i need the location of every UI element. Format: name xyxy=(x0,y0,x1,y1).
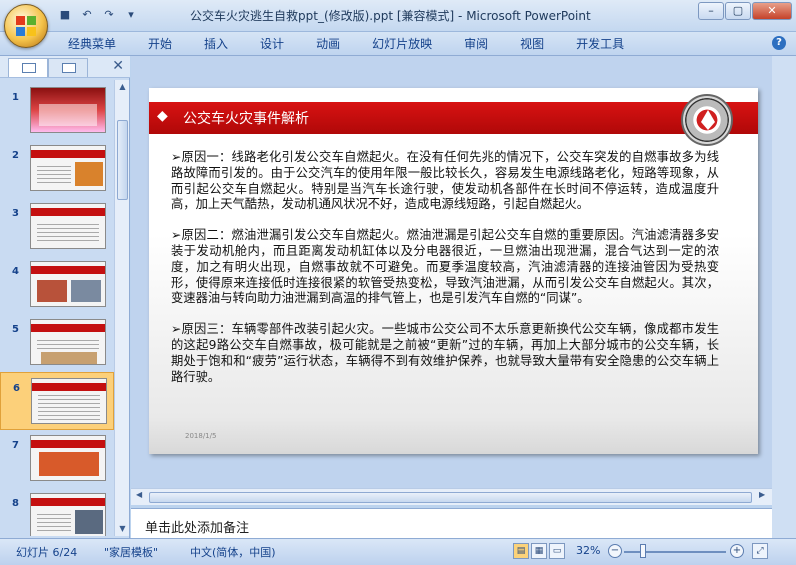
thumbnail-row[interactable]: 5 xyxy=(0,314,114,372)
thumbnail-row[interactable]: 3 xyxy=(0,198,114,256)
office-logo-icon xyxy=(16,16,38,38)
slide-number: 4 xyxy=(12,266,19,277)
panel-tabs: ✕ xyxy=(0,56,130,78)
close-panel-icon[interactable]: ✕ xyxy=(112,58,124,74)
help-icon[interactable]: ? xyxy=(772,36,786,50)
customize-qat-icon[interactable]: ▾ xyxy=(122,6,140,24)
slides-panel: ✕ 1 2 3 4 5 6 7 8 ▲ ▼ xyxy=(0,56,130,538)
slide-thumbnails: 1 2 3 4 5 6 7 8 xyxy=(0,80,114,536)
tab-insert[interactable]: 插入 xyxy=(188,36,244,52)
tab-classic-menu[interactable]: 经典菜单 xyxy=(52,36,132,52)
status-bar: 幻灯片 6/24 "家居模板" 中文(简体，中国) ▤ ▦ ▭ 32% − + … xyxy=(0,538,796,565)
window-controls: – ▢ ✕ xyxy=(697,2,792,20)
redo-icon[interactable]: ↷ xyxy=(100,6,118,24)
slide-thumbnail[interactable] xyxy=(31,378,107,424)
thumbnail-row[interactable]: 4 xyxy=(0,256,114,314)
ribbon: 经典菜单 开始 插入 设计 动画 幻灯片放映 审阅 视图 开发工具 ? xyxy=(0,32,796,56)
tab-view[interactable]: 视图 xyxy=(504,36,560,52)
thumbnails-scrollbar[interactable]: ▲ ▼ xyxy=(114,80,129,536)
normal-view-icon[interactable]: ▤ xyxy=(513,543,529,559)
slide-number: 8 xyxy=(12,498,19,509)
slide-editing-area: ◆ 公交车火灾事件解析 ➢原因一：线路老化引发公交车自燃起火。在没有任何先兆的情… xyxy=(131,56,791,488)
language-indicator[interactable]: 中文(简体，中国) xyxy=(190,544,276,560)
slide-body-text[interactable]: ➢原因一：线路老化引发公交车自燃起火。在没有任何先兆的情况下，公交车突发的自燃事… xyxy=(171,150,719,400)
slide-sorter-icon[interactable]: ▦ xyxy=(531,543,547,559)
theme-name[interactable]: "家居模板" xyxy=(104,544,158,560)
paragraph-cause-1: ➢原因一：线路老化引发公交车自燃起火。在没有任何先兆的情况下，公交车突发的自燃事… xyxy=(171,150,719,212)
slide-number: 7 xyxy=(12,440,19,451)
slide-thumbnail[interactable] xyxy=(30,319,106,365)
office-button[interactable] xyxy=(4,4,48,48)
scrollbar-thumb[interactable] xyxy=(149,492,752,503)
zoom-in-icon[interactable]: + xyxy=(730,544,744,558)
slide-number: 5 xyxy=(12,324,19,335)
thumbnail-row[interactable]: 7 xyxy=(0,430,114,488)
slide-thumbnail[interactable] xyxy=(30,203,106,249)
tab-animations[interactable]: 动画 xyxy=(300,36,356,52)
zoom-out-icon[interactable]: − xyxy=(608,544,622,558)
scroll-down-icon[interactable]: ▼ xyxy=(115,522,130,536)
right-gutter xyxy=(772,56,796,538)
tab-slideshow[interactable]: 幻灯片放映 xyxy=(356,36,448,52)
minimize-button[interactable]: – xyxy=(698,2,724,20)
slide-number: 1 xyxy=(12,92,19,103)
thumbnail-row[interactable]: 8 xyxy=(0,488,114,536)
close-button[interactable]: ✕ xyxy=(752,2,792,20)
slide-thumbnail[interactable] xyxy=(30,493,106,536)
outline-view-icon xyxy=(62,63,76,73)
save-icon[interactable]: ■ xyxy=(56,6,74,24)
slide-thumbnail[interactable] xyxy=(30,435,106,481)
slide-title[interactable]: 公交车火灾事件解析 xyxy=(183,108,309,128)
zoom-slider-knob[interactable] xyxy=(640,544,646,558)
slide-horizontal-scrollbar[interactable]: ◀ ▶ xyxy=(131,488,772,505)
thumbnail-row[interactable]: 1 xyxy=(0,82,114,140)
thumbnail-row[interactable]: 2 xyxy=(0,140,114,198)
slide-thumbnail[interactable] xyxy=(30,145,106,191)
tab-design[interactable]: 设计 xyxy=(244,36,300,52)
paragraph-cause-2: ➢原因二：燃油泄漏引发公交车自燃起火。燃油泄漏是引起公交车自燃的重要原因。汽油滤… xyxy=(171,228,719,306)
fire-emblem-icon xyxy=(681,94,733,146)
paragraph-cause-3: ➢原因三：车辆零部件改装引起火灾。一些城市公交公司不太乐意更新换代公交车辆，像成… xyxy=(171,322,719,384)
slide-number: 3 xyxy=(12,208,19,219)
undo-icon[interactable]: ↶ xyxy=(78,6,96,24)
tab-developer[interactable]: 开发工具 xyxy=(560,36,640,52)
tab-review[interactable]: 审阅 xyxy=(448,36,504,52)
window-title: 公交车火灾逃生自救ppt_(修改版).ppt [兼容模式] - Microsof… xyxy=(190,9,591,23)
scrollbar-thumb[interactable] xyxy=(117,120,128,200)
scroll-left-icon[interactable]: ◀ xyxy=(136,490,142,499)
notes-placeholder: 单击此处添加备注 xyxy=(145,521,250,536)
slide-date: 2018/1/5 xyxy=(185,432,217,440)
slideshow-view-icon[interactable]: ▭ xyxy=(549,543,565,559)
tab-home[interactable]: 开始 xyxy=(132,36,188,52)
ribbon-tabs: 经典菜单 开始 插入 设计 动画 幻灯片放映 审阅 视图 开发工具 xyxy=(52,36,640,52)
tab-slides[interactable] xyxy=(8,58,48,77)
title-bar: ■ ↶ ↷ ▾ 公交车火灾逃生自救ppt_(修改版).ppt [兼容模式] - … xyxy=(0,0,796,32)
scroll-up-icon[interactable]: ▲ xyxy=(115,80,130,94)
notes-pane[interactable]: 单击此处添加备注 xyxy=(131,508,772,538)
quick-access-toolbar: ■ ↶ ↷ ▾ xyxy=(56,6,140,24)
diamond-bullet-icon: ◆ xyxy=(157,108,168,124)
slide-number: 6 xyxy=(13,383,20,394)
slide-counter: 幻灯片 6/24 xyxy=(16,546,78,559)
slides-view-icon xyxy=(22,63,36,73)
slide-thumbnail[interactable] xyxy=(30,261,106,307)
slide-thumbnail[interactable] xyxy=(30,87,106,133)
thumbnail-row-selected[interactable]: 6 xyxy=(0,372,114,430)
zoom-level[interactable]: 32% xyxy=(576,544,600,557)
fit-to-window-icon[interactable]: ⤢ xyxy=(752,543,768,559)
maximize-button[interactable]: ▢ xyxy=(725,2,751,20)
tab-outline[interactable] xyxy=(48,58,88,77)
current-slide[interactable]: ◆ 公交车火灾事件解析 ➢原因一：线路老化引发公交车自燃起火。在没有任何先兆的情… xyxy=(149,88,758,454)
slide-number: 2 xyxy=(12,150,19,161)
slide-title-bar: ◆ 公交车火灾事件解析 xyxy=(149,102,758,134)
scroll-right-icon[interactable]: ▶ xyxy=(759,490,765,499)
